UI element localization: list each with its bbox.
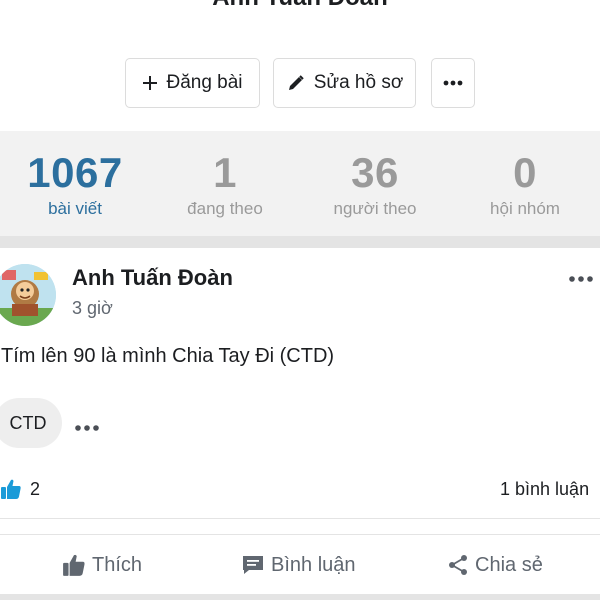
- stat-label: người theo: [333, 199, 417, 218]
- stat-value: 0: [513, 149, 537, 196]
- divider: [0, 534, 600, 535]
- more-icon: [75, 425, 99, 431]
- avatar-image: [0, 264, 56, 326]
- tag-more-button[interactable]: [74, 419, 100, 437]
- more-icon: [569, 276, 593, 282]
- create-post-button[interactable]: Đăng bài: [125, 58, 260, 108]
- like-summary[interactable]: 2: [0, 478, 40, 500]
- like-count: 2: [30, 478, 41, 499]
- post-author[interactable]: Anh Tuấn Đoàn: [72, 265, 233, 291]
- create-post-label: Đăng bài: [166, 72, 243, 93]
- divider: [0, 518, 600, 519]
- stat-label: bài viết: [48, 199, 102, 218]
- pencil-icon: [288, 75, 304, 90]
- post-more-button[interactable]: [568, 270, 594, 288]
- stat-following[interactable]: 1 đang theo: [150, 151, 300, 219]
- stat-posts[interactable]: 1067 bài viết: [0, 151, 150, 219]
- stat-value: 36: [351, 149, 399, 196]
- comment-icon: [243, 556, 263, 574]
- section-divider: [0, 236, 600, 248]
- like-label: Thích: [92, 553, 143, 576]
- post-text: Tím lên 90 là mình Chia Tay Đi (CTD): [1, 345, 335, 367]
- share-icon: [449, 555, 467, 575]
- profile-actions: Đăng bài Sửa hồ sơ: [0, 58, 600, 108]
- stat-groups[interactable]: 0 hội nhóm: [450, 151, 600, 219]
- share-button[interactable]: Chia sẻ: [447, 536, 543, 594]
- edit-profile-label: Sửa hồ sơ: [313, 72, 404, 93]
- post-action-bar: Thích Bình luận Chia sẻ: [0, 536, 600, 594]
- avatar[interactable]: [0, 264, 56, 326]
- stat-label: hội nhóm: [490, 199, 560, 218]
- comment-label: Bình luận: [271, 553, 356, 576]
- thumbs-up-icon: [63, 554, 85, 576]
- section-divider: [0, 594, 600, 600]
- comment-button[interactable]: Bình luận: [241, 536, 356, 594]
- stat-value: 1: [213, 149, 237, 196]
- profile-stats: 1067 bài viết 1 đang theo 36 người theo …: [0, 131, 600, 236]
- post-tag-label: CTD: [9, 412, 47, 433]
- comment-count[interactable]: 1 bình luận: [500, 479, 589, 500]
- thumbs-up-icon: [1, 479, 21, 499]
- stat-value: 1067: [27, 149, 123, 196]
- share-label: Chia sẻ: [475, 553, 543, 576]
- post-tag[interactable]: CTD: [0, 398, 62, 448]
- like-button[interactable]: Thích: [62, 536, 142, 594]
- post-time: 3 giờ: [72, 298, 113, 318]
- profile-more-button[interactable]: [431, 58, 475, 108]
- plus-icon: [143, 76, 158, 90]
- edit-profile-button[interactable]: Sửa hồ sơ: [273, 58, 416, 108]
- more-icon: [443, 80, 463, 86]
- profile-name: Anh Tuấn Đoàn: [0, 0, 600, 12]
- stat-followers[interactable]: 36 người theo: [300, 151, 450, 219]
- stat-label: đang theo: [187, 199, 263, 218]
